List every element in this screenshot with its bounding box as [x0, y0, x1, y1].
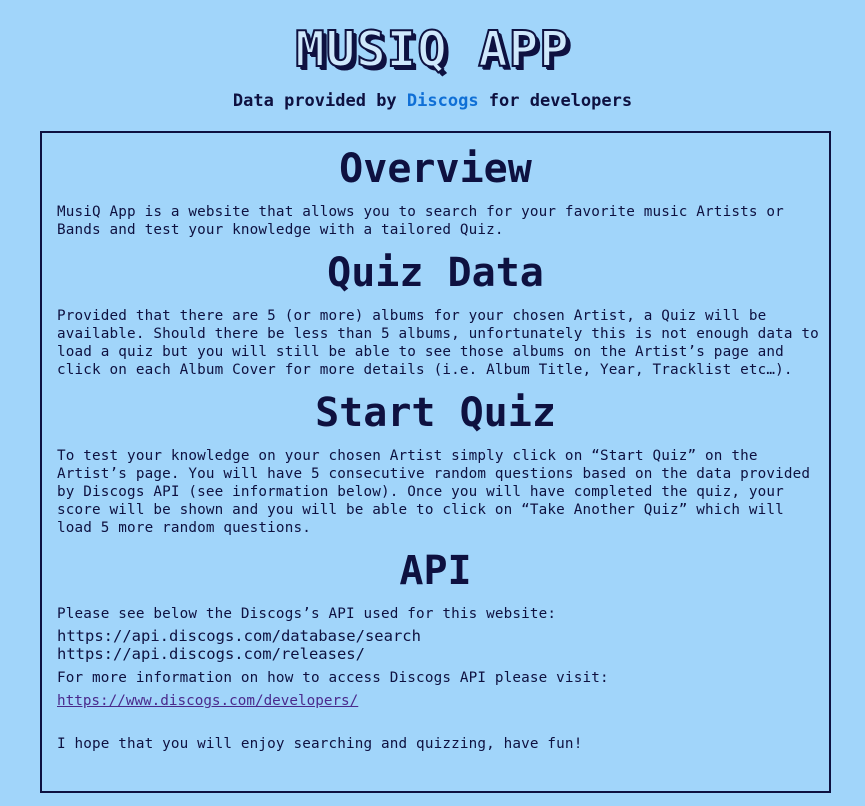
api-access-text: For more information on how to access Di…	[57, 670, 609, 686]
closing-text: I hope that you will enjoy searching and…	[57, 736, 583, 752]
discogs-brand-label: Discogs	[406, 91, 479, 111]
quiz-data-text: Provided that there are 5 (or more) albu…	[57, 308, 819, 378]
api-heading: API	[399, 548, 472, 594]
api-endpoint-releases: https://api.discogs.com/releases/	[57, 645, 365, 663]
quiz-data-heading: Quiz Data	[327, 250, 544, 296]
overview-heading: Overview	[339, 146, 532, 192]
discogs-developers-link[interactable]: https://www.discogs.com/developers/	[57, 692, 358, 710]
api-endpoint-search: https://api.discogs.com/database/search	[57, 627, 421, 645]
overview-text: MusiQ App is a website that allows you t…	[57, 204, 784, 238]
start-quiz-heading: Start Quiz	[315, 390, 556, 436]
api-intro-text: Please see below the Discogs’s API used …	[57, 606, 557, 622]
about-panel: Overview MusiQ App is a website that all…	[40, 131, 831, 793]
subtitle-prefix: Data provided by	[232, 91, 407, 111]
data-provider-subtitle: Data provided by Discogs for developers	[0, 89, 865, 113]
start-quiz-text: To test your knowledge on your chosen Ar…	[57, 448, 811, 536]
subtitle-suffix: for developers	[478, 91, 633, 111]
app-logo-title: MUSIQ APP	[294, 21, 570, 79]
